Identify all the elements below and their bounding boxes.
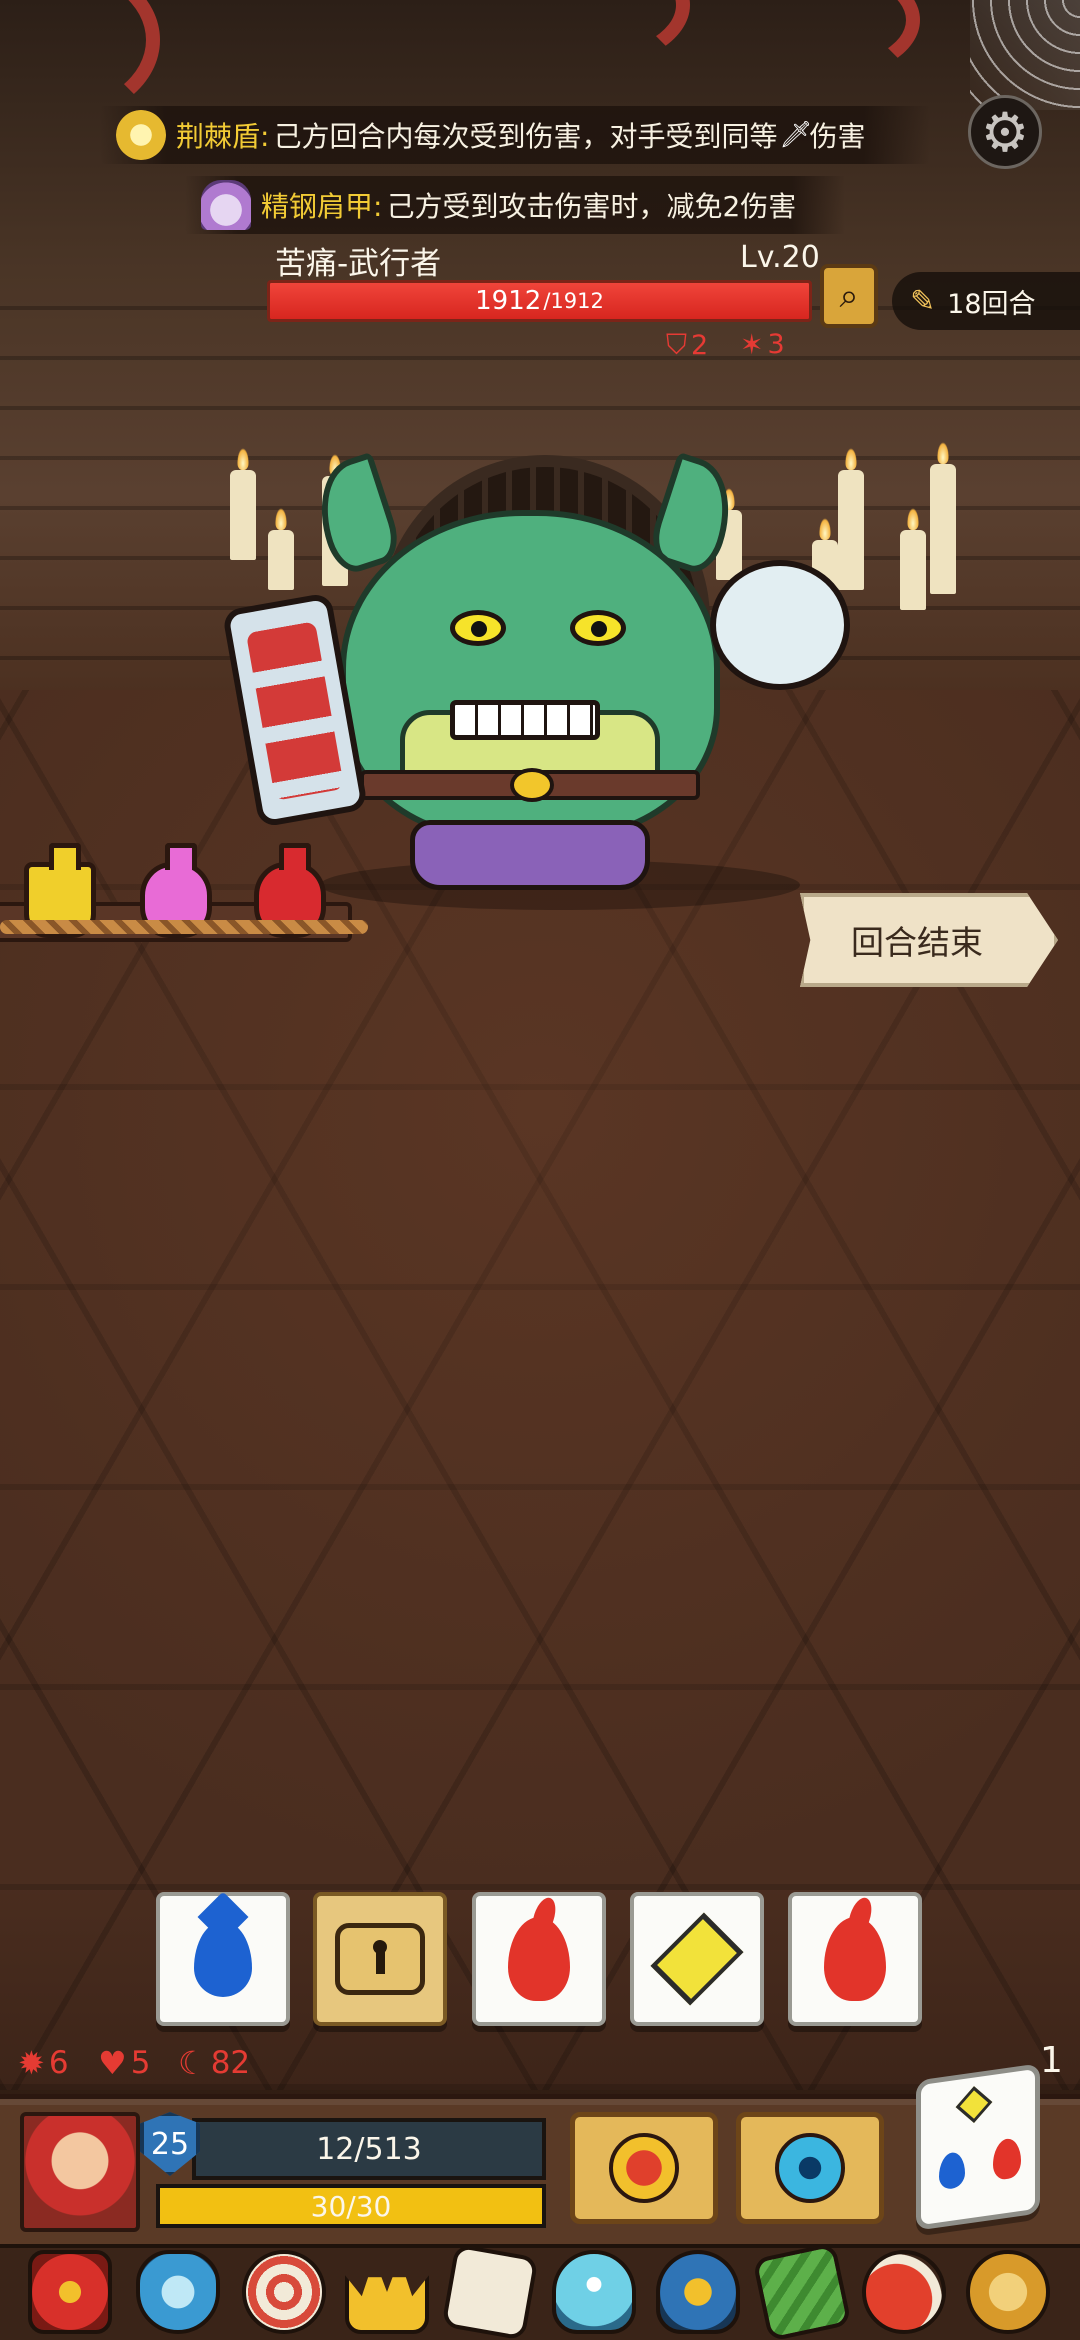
roll-dice-button[interactable] xyxy=(916,2063,1040,2231)
enemy-buff-steel-pauldron[interactable]: 精钢肩甲: 己方受到攻击伤害时，减免2伤害 xyxy=(185,176,845,234)
slime-ghost-icon[interactable] xyxy=(552,2250,636,2334)
dice-slot-diamond[interactable] xyxy=(630,1892,764,2026)
scroll-icon: ✎ xyxy=(910,283,936,319)
shoulder-armor xyxy=(710,560,850,690)
enemy-legs xyxy=(410,820,650,890)
green-tablet-icon[interactable] xyxy=(752,2242,852,2340)
inspect-enemy-button[interactable]: ⌕ xyxy=(820,264,878,328)
end-turn-button[interactable]: 回合结束 xyxy=(800,893,1058,987)
shield-icon: ⛉ xyxy=(666,328,688,361)
player-rune-stat: ☾ 82 xyxy=(178,2044,250,2082)
settings-button[interactable]: ⚙ xyxy=(968,95,1042,169)
player-avatar[interactable] xyxy=(20,2112,140,2232)
dice-slot-fire[interactable] xyxy=(788,1892,922,2026)
buff-name: 荆棘盾: xyxy=(176,120,270,153)
fire-icon xyxy=(824,1917,886,2001)
buff-description-suffix: 伤害 xyxy=(809,120,866,153)
buff-name: 精钢肩甲: xyxy=(261,190,383,223)
heart-icon: ♥ xyxy=(98,2044,127,2082)
player-energy-bar: 30/30 xyxy=(156,2184,546,2228)
player-energy-text: 30/30 xyxy=(310,2189,392,2223)
spiked-dice-icon[interactable] xyxy=(441,2243,539,2340)
sun-dice-skill-icon xyxy=(609,2133,679,2203)
dice-remaining-count: 1 xyxy=(1040,2040,1063,2081)
player-heart-value: 5 xyxy=(130,2045,151,2081)
player-gear-value: 6 xyxy=(48,2045,69,2081)
fire-icon xyxy=(993,2136,1021,2181)
enemy-hp-current: 1912 xyxy=(475,286,542,316)
gear-icon: ⚙ xyxy=(980,100,1030,164)
enemy-level: Lv.20 xyxy=(740,240,820,275)
round-shield-icon[interactable] xyxy=(242,2250,326,2334)
dice-slot-fire[interactable] xyxy=(472,1892,606,2026)
player-heart-stat: ♥ 5 xyxy=(98,2044,150,2082)
blue-shield-icon[interactable] xyxy=(136,2250,220,2334)
enemy-hp-bar: 1912 /1912 xyxy=(267,280,812,322)
goblin-warrior-enemy[interactable] xyxy=(221,451,860,910)
enemy-name: 苦痛-武行者 xyxy=(275,246,442,282)
enemy-eye xyxy=(570,610,626,646)
player-rune-value: 82 xyxy=(210,2045,251,2081)
dice-slot-locked[interactable] xyxy=(313,1892,447,2026)
player-gear-stat: ✹ 6 xyxy=(18,2044,69,2082)
fire-icon xyxy=(508,1917,570,2001)
water-drop-icon xyxy=(939,2150,965,2191)
enemy-buff-thorn-shield[interactable]: 荆棘盾: 己方回合内每次受到伤害，对手受到同等 🗡 伤害 xyxy=(100,106,930,164)
diamond-icon xyxy=(650,1912,744,2006)
potion-rope xyxy=(0,920,368,934)
enemy-mouth xyxy=(450,700,600,740)
candle xyxy=(930,442,956,594)
meat-leg-icon[interactable] xyxy=(862,2250,946,2334)
player-hp-text: 12/513 xyxy=(316,2131,422,2167)
enemy-shield-value: 2 xyxy=(691,329,709,361)
enemy-shield-stat: ⛉ 2 xyxy=(666,328,708,362)
buff-description: 己方受到攻击伤害时，减免2伤害 xyxy=(386,190,797,223)
enemy-belt-buckle xyxy=(510,768,554,802)
enemy-attack-stat: ✶ 3 xyxy=(740,328,785,361)
water-drop-icon xyxy=(194,1921,252,1997)
lock-icon xyxy=(335,1923,425,1995)
round-label: 18回合 xyxy=(947,288,1036,320)
player-hp-bar: 12/513 xyxy=(192,2118,546,2180)
skill-button-sun-dice[interactable] xyxy=(570,2112,718,2224)
claw-icon: ✶ xyxy=(740,328,764,361)
sun-shield-icon xyxy=(116,110,166,160)
round-counter: ✎ 18回合 xyxy=(892,272,1080,330)
buff-description: 己方回合内每次受到伤害，对手受到同等 xyxy=(273,120,778,153)
enemy-hp-max: /1912 xyxy=(543,289,604,313)
enemy-eye xyxy=(450,610,506,646)
sword-icon: 🗡 xyxy=(779,120,813,150)
magnifier-icon: ⌕ xyxy=(839,276,859,316)
candle xyxy=(900,508,926,610)
player-level-value: 25 xyxy=(150,2126,190,2162)
turtle-shell-icon[interactable] xyxy=(656,2250,740,2334)
diamond-icon xyxy=(955,2086,993,2123)
gear-icon: ✹ xyxy=(18,2044,45,2082)
steel-pauldron-icon xyxy=(201,180,251,230)
dragon-staff-icon[interactable] xyxy=(28,2250,112,2334)
enemy-attack-value: 3 xyxy=(767,329,785,360)
lion-head-icon[interactable] xyxy=(966,2250,1050,2334)
water-orb-skill-icon xyxy=(775,2133,845,2203)
skill-button-water-orb[interactable] xyxy=(736,2112,884,2224)
spider-web xyxy=(970,0,1080,110)
rune-icon: ☾ xyxy=(178,2044,207,2082)
enemy-hp-text: 1912 /1912 xyxy=(270,283,809,319)
dice-slot-water[interactable] xyxy=(156,1892,290,2026)
